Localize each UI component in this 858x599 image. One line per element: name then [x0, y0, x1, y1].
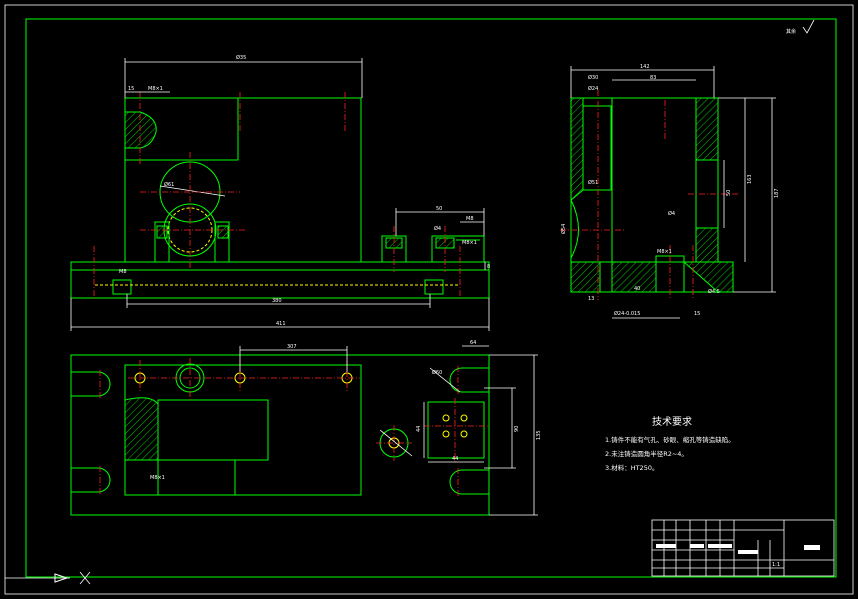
dim-top-small-left: 15 — [128, 86, 134, 92]
dim-top-bottom-m: M8 — [119, 269, 127, 275]
dim-top-right-m8: M8×1 — [462, 240, 477, 246]
dim-bottom-44a: 44 — [416, 426, 422, 432]
dim-top-bottom-380: 380 — [272, 298, 282, 304]
dim-bottom-90: 90 — [514, 426, 520, 432]
dim-right-bottom-40: 40 — [634, 286, 640, 292]
dim-right-bottom-tol: Ø24-0.015 — [614, 310, 640, 317]
plan-view: 307 64 Ø60 44 44 90 135 M8×1 — [70, 340, 542, 516]
dim-right-bottom-15: 15 — [694, 311, 700, 317]
dim-top-right-phi: Ø4 — [434, 225, 441, 232]
dim-top-overall: Ø35 — [236, 54, 246, 61]
dim-bottom-m8: M8×1 — [150, 475, 165, 481]
dim-right-phi-hole: Ø54 — [560, 224, 567, 234]
dim-right-phi30: Ø30 — [588, 74, 598, 81]
dim-right-h2: 163 — [747, 174, 753, 184]
cad-drawing: 其余 Ø35 15 M8×1 Ø61 50 M8 Ø4 M8×1 8 M8 38… — [4, 4, 854, 595]
dim-right-bottom-thread: M8×1 — [657, 249, 672, 255]
dim-right-83: 83 — [650, 75, 656, 81]
title-block: 1:1 — [651, 519, 835, 577]
side-section-view: 142 83 Ø30 Ø24 Ø51 Ø4 Ø54 50 163 187 M8×… — [560, 64, 780, 319]
dim-bottom-307: 307 — [287, 344, 297, 350]
dim-right-phi24: Ø24 — [588, 85, 598, 92]
surface-mark-text: 其余 — [786, 28, 796, 35]
dim-bottom-135: 135 — [536, 430, 542, 440]
dim-right-phi-small: Ø4 — [668, 210, 675, 217]
dim-bottom-64: 64 — [470, 340, 476, 346]
front-view: Ø35 15 M8×1 Ø61 50 M8 Ø4 M8×1 8 M8 380 4… — [70, 54, 490, 331]
dim-top-thread-left: M8×1 — [148, 86, 163, 92]
tech-req-item-2: 2.未注铸造圆角半径R2~4。 — [605, 449, 688, 458]
tech-req-title: 技术要求 — [652, 415, 692, 428]
dim-right-h1: 50 — [726, 190, 732, 196]
surface-roughness-mark: 其余 — [786, 19, 815, 35]
technical-requirements: 技术要求 1.铸件不能有气孔、砂眼、缩孔等铸造缺陷。 2.未注铸造圆角半径R2~… — [605, 415, 735, 472]
dim-top-bottom-411: 411 — [276, 321, 286, 327]
dim-bottom-diag: Ø60 — [432, 369, 442, 376]
dim-top-right-height: 8 — [487, 264, 490, 270]
tech-req-item-3: 3.材料：HT250。 — [605, 463, 658, 472]
sheet-border — [4, 4, 854, 595]
dim-top-diameter: Ø61 — [164, 181, 174, 188]
dim-top-right-50: 50 — [436, 206, 442, 212]
dim-right-h3: 187 — [774, 188, 780, 198]
dim-right-142: 142 — [640, 64, 650, 70]
dim-right-bottom-13: 13 — [588, 296, 594, 302]
dim-bottom-44b: 44 — [452, 456, 458, 462]
scale-text: 1:1 — [772, 562, 780, 568]
tech-req-item-1: 1.铸件不能有气孔、砂眼、缩孔等铸造缺陷。 — [605, 435, 735, 444]
dim-right-phi-side: Ø51 — [588, 179, 598, 186]
dim-right-bottom-phi: Ø4.5 — [708, 288, 720, 295]
dim-top-right-m: M8 — [466, 216, 474, 222]
